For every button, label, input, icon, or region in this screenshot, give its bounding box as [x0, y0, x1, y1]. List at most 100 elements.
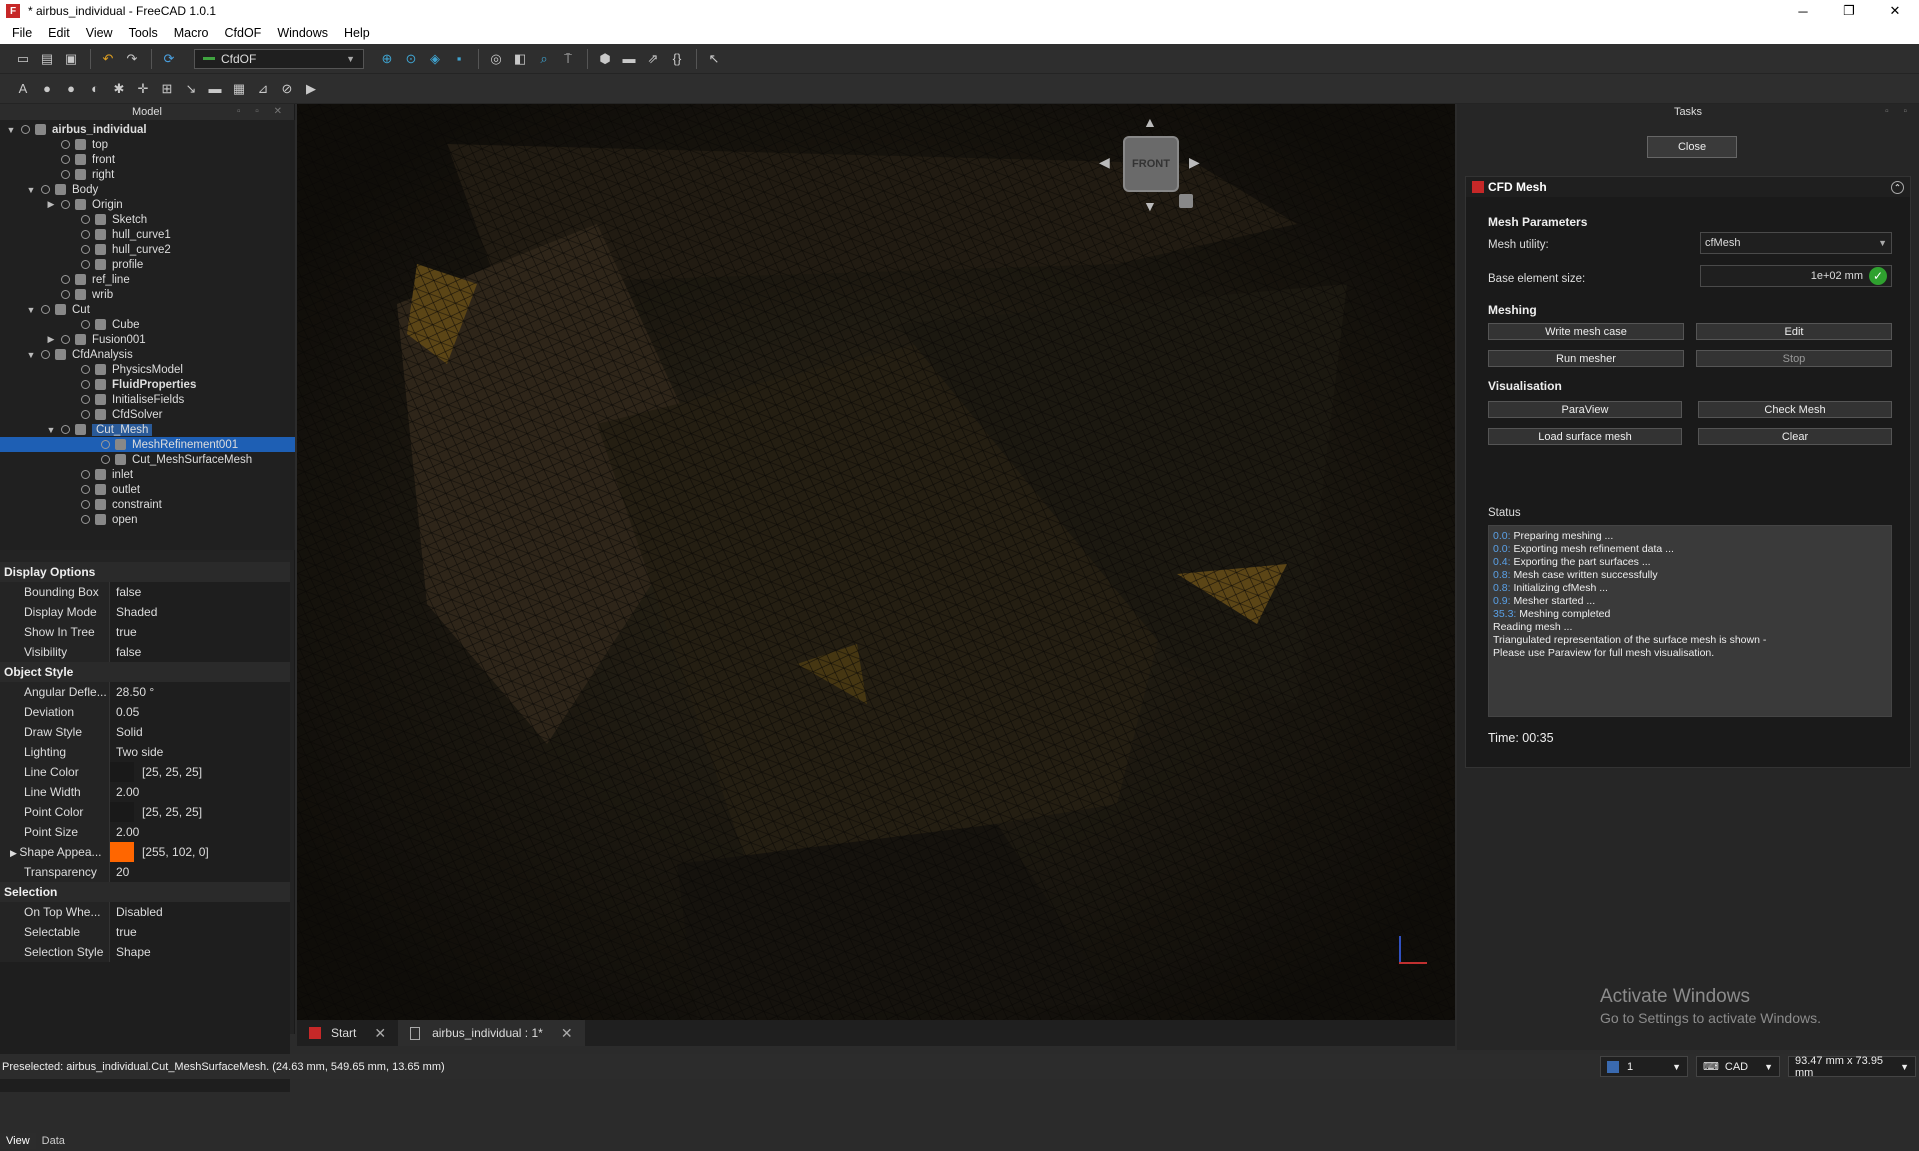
property-row[interactable]: Transparency 20 — [0, 862, 290, 882]
solver-control-icon[interactable]: ⊘ — [276, 78, 298, 100]
tab-view[interactable]: View — [0, 1133, 36, 1149]
3d-viewport[interactable]: ▲ ◀ ▶ ▼ FRONT — [297, 104, 1455, 1020]
fluid-properties-icon[interactable]: ● — [60, 78, 82, 100]
dynamic-refinement-icon[interactable]: ▬ — [204, 78, 226, 100]
property-row[interactable]: Point Size 2.00 — [0, 822, 290, 842]
color-swatch[interactable] — [110, 762, 134, 782]
property-row[interactable]: Deviation 0.05 — [0, 702, 290, 722]
minimize-button[interactable]: ─ — [1780, 0, 1826, 22]
tree-item[interactable]: top — [0, 137, 295, 152]
isometric-view-icon[interactable]: ◎ — [485, 48, 507, 70]
expand-right-icon[interactable]: ▶ — [46, 199, 56, 210]
property-value[interactable]: true — [110, 622, 137, 642]
property-row[interactable]: Selectable true — [0, 922, 290, 942]
stop-button[interactable]: Stop — [1696, 350, 1892, 367]
panel-dock-buttons[interactable]: ▫ ▫ — [1885, 104, 1913, 120]
expand-down-icon[interactable]: ▼ — [26, 305, 36, 315]
bounding-box-icon[interactable]: ▪ — [448, 48, 470, 70]
property-value[interactable]: Disabled — [110, 902, 163, 922]
menu-cfdof[interactable]: CfdOF — [217, 26, 270, 40]
tree-item[interactable]: InitialiseFields — [0, 392, 295, 407]
maximize-button[interactable]: ❐ — [1826, 0, 1872, 22]
tab-data[interactable]: Data — [36, 1133, 71, 1149]
property-row[interactable]: Display Mode Shaded — [0, 602, 290, 622]
property-row[interactable]: Draw Style Solid — [0, 722, 290, 742]
visibility-eye-icon[interactable] — [81, 380, 90, 389]
visibility-eye-icon[interactable] — [81, 320, 90, 329]
group-folder-icon[interactable]: ▬ — [618, 48, 640, 70]
visibility-eye-icon[interactable] — [81, 230, 90, 239]
undo-icon[interactable]: ↶ — [97, 48, 119, 70]
macro-icon[interactable]: {} — [666, 48, 688, 70]
menu-help[interactable]: Help — [336, 26, 378, 40]
redo-icon[interactable]: ↷ — [121, 48, 143, 70]
tree-item[interactable]: open — [0, 512, 295, 527]
close-tab-icon[interactable]: ✕ — [561, 1025, 573, 1042]
navigation-style-selector[interactable]: ⌨ CAD ▼ — [1696, 1056, 1780, 1077]
visibility-eye-icon[interactable] — [81, 395, 90, 404]
visibility-eye-icon[interactable] — [81, 215, 90, 224]
expand-down-icon[interactable]: ▼ — [46, 425, 56, 435]
close-window-button[interactable]: ✕ — [1872, 0, 1918, 22]
expand-down-icon[interactable]: ▼ — [6, 125, 16, 135]
property-group-header[interactable]: Display Options — [0, 562, 290, 582]
visibility-eye-icon[interactable] — [61, 425, 70, 434]
visibility-eye-icon[interactable] — [61, 275, 70, 284]
visibility-eye-icon[interactable] — [81, 410, 90, 419]
property-value[interactable]: 20 — [110, 862, 129, 882]
tree-item[interactable]: Cube — [0, 317, 295, 332]
tree-item[interactable]: outlet — [0, 482, 295, 497]
visibility-eye-icon[interactable] — [41, 350, 50, 359]
standard-views-icon[interactable]: ◧ — [509, 48, 531, 70]
expand-down-icon[interactable]: ▼ — [26, 185, 36, 195]
base-element-size-input[interactable]: 1e+02 mm ✓ — [1700, 265, 1892, 287]
mesh-refinement-icon[interactable]: ↘ — [180, 78, 202, 100]
open-document-icon[interactable]: ▤ — [36, 48, 58, 70]
color-swatch[interactable] — [110, 842, 134, 862]
draw-style-icon[interactable]: ◈ — [424, 48, 446, 70]
menu-view[interactable]: View — [78, 26, 121, 40]
visibility-eye-icon[interactable] — [61, 170, 70, 179]
property-value[interactable]: Shape — [110, 942, 151, 962]
property-row[interactable]: ▶ Shape Appea... [255, 102, 0] — [0, 842, 290, 862]
navigation-cube[interactable]: ▲ ◀ ▶ ▼ FRONT — [1099, 114, 1200, 214]
visibility-eye-icon[interactable] — [41, 305, 50, 314]
nav-cube-menu-icon[interactable] — [1179, 194, 1193, 208]
property-value[interactable]: Shaded — [110, 602, 157, 622]
property-group-header[interactable]: Object Style — [0, 662, 290, 682]
close-task-button[interactable]: Close — [1647, 136, 1737, 158]
visibility-eye-icon[interactable] — [41, 185, 50, 194]
close-tab-icon[interactable]: ✕ — [374, 1025, 386, 1042]
visibility-eye-icon[interactable] — [81, 245, 90, 254]
write-mesh-case-button[interactable]: Write mesh case — [1488, 323, 1684, 340]
menu-edit[interactable]: Edit — [40, 26, 78, 40]
nav-arrow-down-icon[interactable]: ▼ — [1143, 198, 1157, 214]
tree-item[interactable]: PhysicsModel — [0, 362, 295, 377]
tree-item[interactable]: inlet — [0, 467, 295, 482]
save-document-icon[interactable]: ▣ — [60, 48, 82, 70]
tree-item[interactable]: wrib — [0, 287, 295, 302]
property-row[interactable]: Selection Style Shape — [0, 942, 290, 962]
boundary-icon[interactable]: ◐ — [84, 78, 106, 100]
run-solver-icon[interactable]: ▶ — [300, 78, 322, 100]
property-row[interactable]: Point Color [25, 25, 25] — [0, 802, 290, 822]
tree-item[interactable]: CfdSolver — [0, 407, 295, 422]
property-value[interactable]: 28.50 ° — [110, 682, 154, 702]
tree-item[interactable]: MeshRefinement001 — [0, 437, 295, 452]
tree-item[interactable]: Cut_MeshSurfaceMesh — [0, 452, 295, 467]
property-row[interactable]: Bounding Box false — [0, 582, 290, 602]
paraview-button[interactable]: ParaView — [1488, 401, 1682, 418]
nav-arrow-up-icon[interactable]: ▲ — [1143, 114, 1157, 130]
visibility-eye-icon[interactable] — [61, 290, 70, 299]
menu-tools[interactable]: Tools — [121, 26, 166, 40]
property-row[interactable]: Line Width 2.00 — [0, 782, 290, 802]
tree-item[interactable]: ref_line — [0, 272, 295, 287]
tree-item[interactable]: ▶ Origin — [0, 197, 295, 212]
property-row[interactable]: Lighting Two side — [0, 742, 290, 762]
zoom-icon[interactable]: ⌕ — [533, 48, 555, 70]
link-icon[interactable]: ⇗ — [642, 48, 664, 70]
tree-item[interactable]: ▼ Cut_Mesh — [0, 422, 295, 437]
tree-item[interactable]: profile — [0, 257, 295, 272]
nav-cube-face[interactable]: FRONT — [1123, 136, 1179, 192]
color-swatch[interactable] — [110, 802, 134, 822]
